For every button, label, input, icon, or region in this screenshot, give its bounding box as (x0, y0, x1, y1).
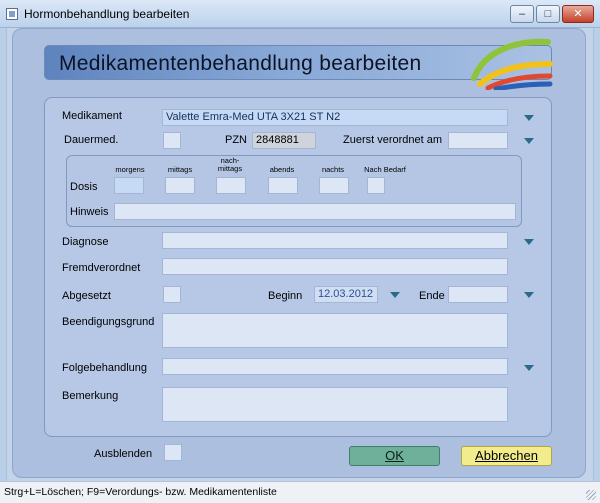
dauermed-label: Dauermed. (64, 134, 119, 146)
resize-grip-icon[interactable] (586, 490, 596, 500)
title-bar: Hormonbehandlung bearbeiten – □ ✕ (0, 0, 600, 28)
ende-dropdown-icon[interactable] (524, 292, 534, 298)
zuerst-dropdown-icon[interactable] (524, 138, 534, 144)
dosis-col-nachts: nachts (321, 165, 345, 174)
dosis-mittags-field[interactable] (165, 177, 195, 194)
zuerst-verordnet-field[interactable] (448, 132, 508, 149)
ok-button[interactable]: OK (349, 446, 440, 466)
status-text: Strg+L=Löschen; F9=Verordungs- bzw. Medi… (4, 486, 277, 498)
beendigungsgrund-field[interactable] (162, 313, 508, 348)
dosis-col-morgens: morgens (115, 165, 145, 174)
pzn-label: PZN (225, 134, 247, 146)
abgesetzt-label: Abgesetzt (62, 290, 111, 302)
window-title: Hormonbehandlung bearbeiten (24, 7, 190, 21)
dosis-col-nach-bedarf: Nach Bedarf (364, 165, 406, 174)
zuerst-verordnet-label: Zuerst verordnet am (343, 134, 443, 146)
dosis-col-abends: abends (269, 165, 295, 174)
ausblenden-label: Ausblenden (94, 448, 153, 460)
ende-field[interactable] (448, 286, 508, 303)
minimize-button[interactable]: – (510, 5, 534, 23)
beginn-field[interactable]: 12.03.2012 (314, 286, 378, 303)
dosis-col-nachmittags: nach- mittags (217, 156, 243, 173)
ausblenden-checkbox[interactable] (164, 444, 182, 461)
hinweis-label: Hinweis (70, 206, 109, 218)
dosis-nachts-field[interactable] (319, 177, 349, 194)
folgebehandlung-field[interactable] (162, 358, 508, 375)
dosis-col-mittags: mittags (167, 165, 193, 174)
dosis-morgens-field[interactable] (114, 177, 144, 194)
dosis-abends-field[interactable] (268, 177, 298, 194)
diagnose-dropdown-icon[interactable] (524, 239, 534, 245)
diagnose-label: Diagnose (62, 236, 109, 248)
fremdverordnet-label: Fremdverordnet (62, 262, 141, 274)
cancel-button[interactable]: Abbrechen (461, 446, 552, 466)
folgebehandlung-dropdown-icon[interactable] (524, 365, 534, 371)
status-bar: Strg+L=Löschen; F9=Verordungs- bzw. Medi… (0, 481, 600, 503)
bemerkung-label: Bemerkung (62, 390, 119, 402)
medikament-dropdown-icon[interactable] (524, 115, 534, 121)
cancel-label: Abbrechen (475, 448, 538, 463)
dosis-nachmittags-field[interactable] (216, 177, 246, 194)
page-title: Medikamentenbehandlung bearbeiten (59, 52, 422, 75)
beginn-label: Beginn (268, 290, 303, 302)
logo-icon (471, 38, 553, 90)
fremdverordnet-field[interactable] (162, 258, 508, 275)
ende-label: Ende (419, 290, 445, 302)
diagnose-field[interactable] (162, 232, 508, 249)
abgesetzt-checkbox[interactable] (163, 286, 181, 303)
beginn-dropdown-icon[interactable] (390, 292, 400, 298)
hinweis-field[interactable] (114, 203, 516, 220)
ok-label: OK (385, 448, 404, 463)
dosis-label: Dosis (70, 181, 98, 193)
pzn-field[interactable]: 2848881 (252, 132, 316, 149)
medikament-field[interactable]: Valette Emra-Med UTA 3X21 ST N2 (162, 109, 508, 126)
maximize-button[interactable]: □ (536, 5, 560, 23)
folgebehandlung-label: Folgebehandlung (62, 362, 148, 374)
close-button[interactable]: ✕ (562, 5, 594, 23)
app-icon (6, 8, 18, 20)
beendigungsgrund-label: Beendigungsgrund (62, 316, 155, 328)
bemerkung-field[interactable] (162, 387, 508, 422)
medikament-label: Medikament (62, 110, 122, 122)
dosis-nach-bedarf-checkbox[interactable] (367, 177, 385, 194)
dauermed-checkbox[interactable] (163, 132, 181, 149)
